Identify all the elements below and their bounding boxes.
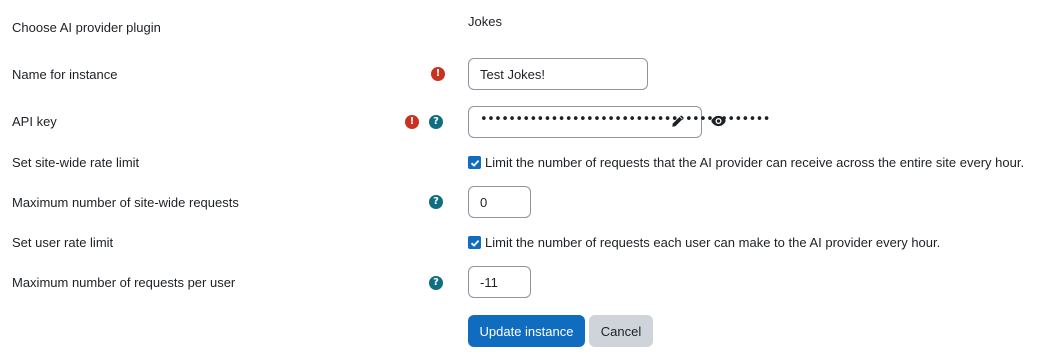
user-rate-limit-label: Set user rate limit [12,235,114,250]
user-rate-limit-checkbox-label[interactable]: Limit the number of requests each user c… [485,235,940,250]
api-key-masked-value: ••••••••••••••••••••••••••••••••••••••••… [480,112,770,127]
cancel-button[interactable]: Cancel [589,315,653,347]
user-rate-limit-checkbox[interactable] [468,236,481,249]
site-rate-limit-row: Limit the number of requests that the AI… [468,155,1024,170]
provider-plugin-label: Choose AI provider plugin [12,20,161,35]
provider-plugin-value: Jokes [468,14,502,29]
instance-name-label: Name for instance [12,67,118,82]
eye-icon[interactable] [711,115,726,130]
api-key-field[interactable]: ••••••••••••••••••••••••••••••••••••••••… [468,106,770,138]
max-user-requests-label: Maximum number of requests per user [12,275,236,290]
max-site-requests-input[interactable] [468,186,531,218]
user-rate-limit-row: Limit the number of requests each user c… [468,235,940,250]
update-instance-button[interactable]: Update instance [468,315,585,347]
help-icon[interactable]: ? [429,195,443,209]
instance-name-input[interactable] [468,58,648,90]
pencil-icon[interactable] [671,114,685,131]
site-rate-limit-checkbox-label[interactable]: Limit the number of requests that the AI… [485,155,1024,170]
max-site-requests-label: Maximum number of site-wide requests [12,195,239,210]
api-key-label: API key [12,114,57,129]
site-rate-limit-checkbox[interactable] [468,156,481,169]
max-user-requests-input[interactable] [468,266,531,298]
required-icon: ! [431,67,445,81]
required-icon: ! [405,115,419,129]
help-icon[interactable]: ? [429,115,443,129]
help-icon[interactable]: ? [429,276,443,290]
site-rate-limit-label: Set site-wide rate limit [12,155,140,170]
